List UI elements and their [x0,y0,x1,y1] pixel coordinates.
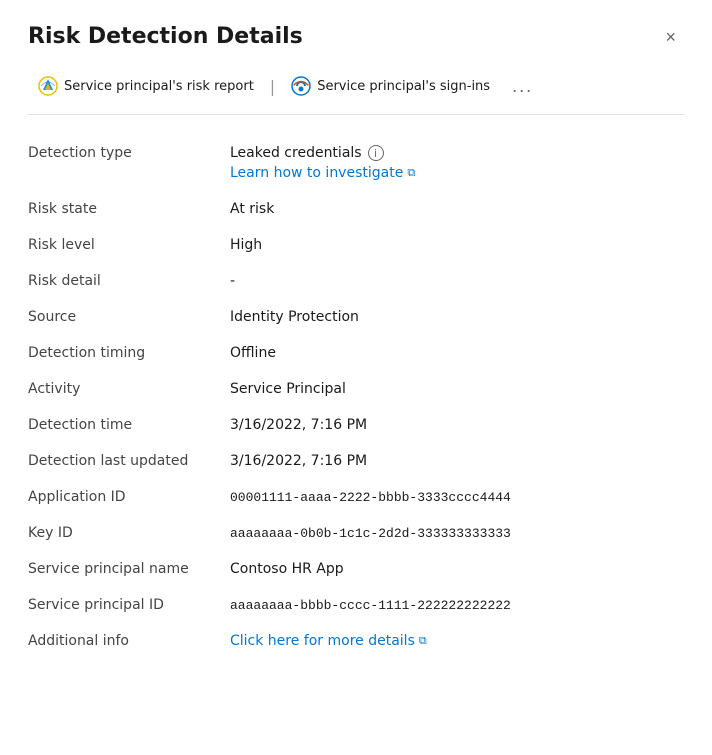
detection-type-value: Leaked credentials [230,145,362,161]
detail-label-5: Detection timing [28,335,218,371]
sign-ins-label: Service principal's sign-ins [317,79,490,94]
detail-monospace-value-10: aaaaaaaa-0b0b-1c1c-2d2d-333333333333 [230,526,511,541]
additional-info-link[interactable]: Click here for more details ⧉ [230,633,427,649]
detail-label-2: Risk level [28,227,218,263]
detail-value-7: 3/16/2022, 7:16 PM [218,407,684,443]
additional-info-external-icon: ⧉ [419,634,427,648]
panel-title: Risk Detection Details [28,24,303,49]
detail-label-10: Key ID [28,515,218,551]
info-icon[interactable]: i [368,145,384,161]
toolbar-separator: | [268,77,277,96]
panel-header: Risk Detection Details × [28,24,684,50]
detail-label-1: Risk state [28,191,218,227]
detail-value-2: High [218,227,684,263]
risk-detection-panel: Risk Detection Details × Service princip… [0,0,712,755]
detail-monospace-value-9: 00001111-aaaa-2222-bbbb-3333cccc4444 [230,490,511,505]
risk-report-icon [38,76,58,96]
toolbar: Service principal's risk report | Servic… [28,70,684,115]
learn-how-label: Learn how to investigate [230,165,403,181]
detail-label-12: Service principal ID [28,587,218,623]
external-link-icon: ⧉ [407,166,415,180]
learn-how-link[interactable]: Learn how to investigate ⧉ [230,165,684,181]
detail-value-3: - [218,263,684,299]
detail-value-8: 3/16/2022, 7:16 PM [218,443,684,479]
detail-value-10: aaaaaaaa-0b0b-1c1c-2d2d-333333333333 [218,515,684,551]
detail-label-8: Detection last updated [28,443,218,479]
detail-value-9: 00001111-aaaa-2222-bbbb-3333cccc4444 [218,479,684,515]
detail-monospace-value-12: aaaaaaaa-bbbb-cccc-1111-222222222222 [230,598,511,613]
detail-label-0: Detection type [28,135,218,171]
sign-ins-icon [291,76,311,96]
detail-value-11: Contoso HR App [218,551,684,587]
detail-value-12: aaaaaaaa-bbbb-cccc-1111-222222222222 [218,587,684,623]
detail-label-9: Application ID [28,479,218,515]
additional-info-label: Click here for more details [230,633,415,649]
detail-value-5: Offline [218,335,684,371]
detail-value-1: At risk [218,191,684,227]
detail-value-6: Service Principal [218,371,684,407]
detail-label-13: Additional info [28,623,218,659]
sign-ins-link[interactable]: Service principal's sign-ins [281,70,500,102]
detail-value-4: Identity Protection [218,299,684,335]
detail-value-13: Click here for more details ⧉ [218,623,684,659]
detail-label-3: Risk detail [28,263,218,299]
more-options-button[interactable]: ... [504,72,541,101]
detail-label-6: Activity [28,371,218,407]
close-button[interactable]: × [657,24,684,50]
risk-report-link[interactable]: Service principal's risk report [28,70,264,102]
detail-label-7: Detection time [28,407,218,443]
detail-label-11: Service principal name [28,551,218,587]
risk-report-label: Service principal's risk report [64,79,254,94]
detail-value-0: Leaked credentials i Learn how to investig… [218,135,684,191]
details-grid: Detection type Leaked credentials i Learn h… [28,135,684,659]
detail-label-4: Source [28,299,218,335]
